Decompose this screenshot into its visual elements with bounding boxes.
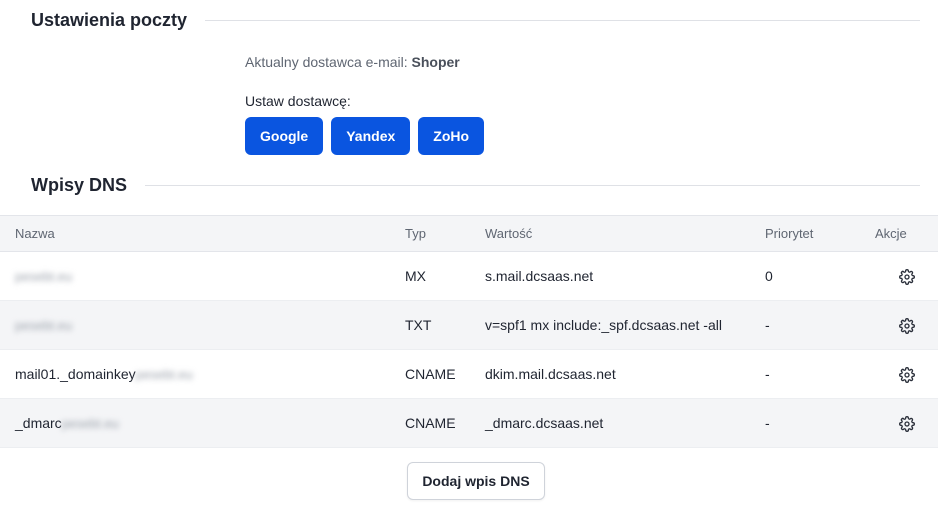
table-header-row: Nazwa Typ Wartość Priorytet Akcje bbox=[0, 215, 938, 252]
current-provider-label: Aktualny dostawca e-mail: bbox=[245, 54, 408, 70]
cell-actions bbox=[875, 398, 938, 448]
cell-type: TXT bbox=[405, 300, 485, 350]
cell-actions bbox=[875, 251, 938, 301]
record-name-prefix: _dmarc bbox=[15, 415, 62, 431]
cell-type: MX bbox=[405, 251, 485, 301]
record-domain-blurred: pesebt.eu bbox=[15, 269, 73, 284]
cell-actions bbox=[875, 349, 938, 399]
gear-icon[interactable] bbox=[898, 317, 915, 334]
cell-priority: 0 bbox=[765, 251, 875, 301]
provider-buttons: Google Yandex ZoHo bbox=[245, 117, 485, 155]
table-row: pesebt.eu TXT v=spf1 mx include:_spf.dcs… bbox=[0, 300, 938, 350]
column-header-type: Typ bbox=[405, 215, 485, 252]
record-name-prefix: mail01._domainkey bbox=[15, 366, 136, 382]
column-header-actions: Akcje bbox=[875, 215, 938, 252]
dns-title: Wpisy DNS bbox=[31, 175, 128, 195]
cell-name: pesebt.eu bbox=[0, 251, 405, 301]
cell-priority: - bbox=[765, 398, 875, 448]
dns-table: Nazwa Typ Wartość Priorytet Akcje pesebt… bbox=[0, 215, 938, 448]
cell-priority: - bbox=[765, 300, 875, 350]
column-header-priority: Priorytet bbox=[765, 215, 875, 252]
record-domain-blurred: pesebt.eu bbox=[135, 367, 193, 382]
mail-settings-title: Ustawienia poczty bbox=[31, 10, 188, 30]
divider bbox=[205, 20, 920, 21]
gear-icon[interactable] bbox=[898, 366, 915, 383]
cell-value: dkim.mail.dcsaas.net bbox=[485, 349, 765, 399]
record-domain-blurred: pesebt.eu bbox=[61, 416, 119, 431]
cell-name: _dmarcpesebt.eu bbox=[0, 398, 405, 448]
zoho-button[interactable]: ZoHo bbox=[418, 117, 485, 155]
table-row: mail01._domainkeypesebt.eu CNAME dkim.ma… bbox=[0, 349, 938, 399]
cell-type: CNAME bbox=[405, 398, 485, 448]
divider bbox=[145, 185, 920, 186]
record-domain-blurred: pesebt.eu bbox=[15, 318, 73, 333]
column-header-value: Wartość bbox=[485, 215, 765, 252]
google-button[interactable]: Google bbox=[245, 117, 324, 155]
current-provider: Aktualny dostawca e-mail: Shoper bbox=[245, 54, 460, 70]
set-provider-label: Ustaw dostawcę: bbox=[245, 93, 351, 109]
dns-header: Wpisy DNS bbox=[31, 175, 920, 196]
cell-name: pesebt.eu bbox=[0, 300, 405, 350]
cell-actions bbox=[875, 300, 938, 350]
cell-value: v=spf1 mx include:_spf.dcsaas.net -all bbox=[485, 300, 765, 350]
current-provider-value: Shoper bbox=[411, 54, 460, 70]
cell-priority: - bbox=[765, 349, 875, 399]
add-dns-record-button[interactable]: Dodaj wpis DNS bbox=[407, 462, 545, 500]
cell-name: mail01._domainkeypesebt.eu bbox=[0, 349, 405, 399]
gear-icon[interactable] bbox=[898, 415, 915, 432]
mail-settings-header: Ustawienia poczty bbox=[31, 10, 920, 31]
gear-icon[interactable] bbox=[898, 268, 915, 285]
table-row: pesebt.eu MX s.mail.dcsaas.net 0 bbox=[0, 251, 938, 301]
cell-value: s.mail.dcsaas.net bbox=[485, 251, 765, 301]
cell-value: _dmarc.dcsaas.net bbox=[485, 398, 765, 448]
cell-type: CNAME bbox=[405, 349, 485, 399]
table-row: _dmarcpesebt.eu CNAME _dmarc.dcsaas.net … bbox=[0, 398, 938, 448]
column-header-name: Nazwa bbox=[0, 215, 405, 252]
yandex-button[interactable]: Yandex bbox=[331, 117, 411, 155]
